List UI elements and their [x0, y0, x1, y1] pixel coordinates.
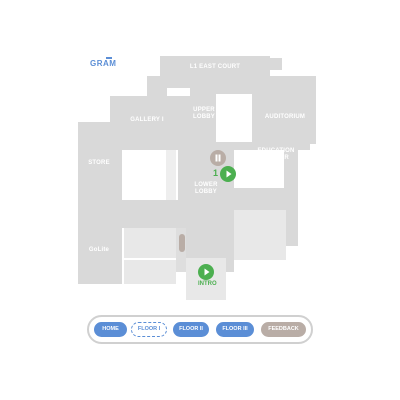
intro-label: INTRO	[198, 281, 217, 287]
play-icon	[204, 268, 210, 276]
audio-stop-number: 1	[213, 168, 219, 178]
label-l1-east-court: L1 EAST COURT	[189, 64, 241, 70]
audio-stop-1-marker[interactable]	[220, 166, 236, 182]
play-icon	[226, 170, 232, 178]
open-space-west	[122, 150, 166, 200]
room-southwest-light-1	[124, 228, 176, 258]
floor-navigation: HOME FLOOR I FLOOR II FLOOR III FEEDBACK	[87, 315, 313, 344]
label-golite: GoLite	[88, 247, 110, 253]
floor-map: L1 EAST COURT GALLERY I UPPER LOBBY AUDI…	[0, 0, 400, 310]
pause-icon	[215, 154, 221, 162]
audio-stop-pause-marker[interactable]	[210, 150, 226, 166]
room-store-annex	[120, 200, 180, 228]
floor-ii-button[interactable]: FLOOR II	[173, 322, 209, 337]
room-store[interactable]	[78, 122, 122, 214]
elevator-icon[interactable]	[179, 234, 185, 252]
open-space-west-stair	[166, 150, 176, 200]
home-button[interactable]: HOME	[94, 322, 127, 337]
room-east-light-block	[234, 210, 286, 260]
room-southwest-light-2	[124, 260, 176, 284]
room-upper-connector	[147, 76, 167, 98]
label-lower-lobby: LOWER LOBBY	[194, 182, 218, 195]
label-education-center: EDUCATION CENTER	[257, 148, 295, 161]
room-east-block	[234, 188, 286, 210]
label-upper-lobby: UPPER LOBBY	[193, 107, 215, 120]
label-store: STORE	[88, 160, 110, 166]
feedback-button[interactable]: FEEDBACK	[261, 322, 306, 337]
label-auditorium: AUDITORIUM	[264, 114, 306, 120]
intro-play-marker[interactable]	[198, 264, 214, 280]
label-gallery-i: GALLERY I	[130, 117, 164, 123]
room-upper-right-block	[214, 86, 254, 94]
room-top-right-strip	[268, 58, 282, 70]
floor-iii-button[interactable]: FLOOR III	[216, 322, 254, 337]
floor-i-button[interactable]: FLOOR I	[131, 322, 167, 337]
